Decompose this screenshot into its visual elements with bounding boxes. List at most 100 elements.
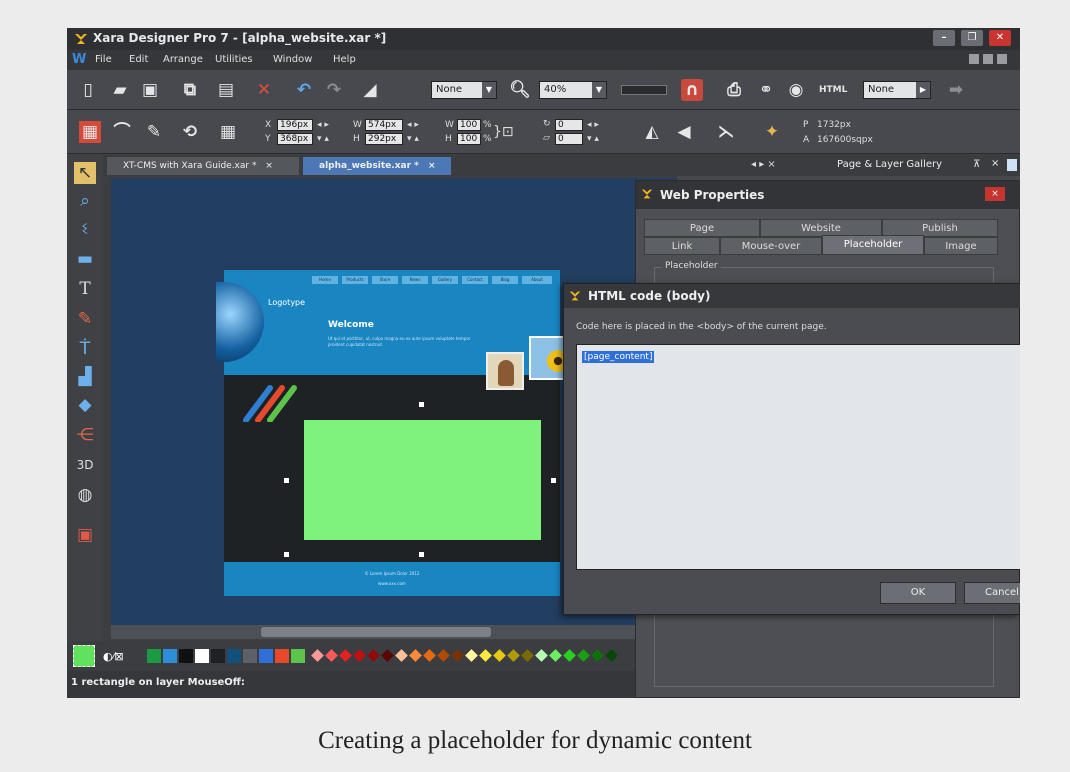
color-swatch[interactable] bbox=[339, 649, 352, 662]
selected-code[interactable]: [page_content] bbox=[582, 351, 655, 363]
color-swatch[interactable] bbox=[549, 649, 562, 662]
nav-contact[interactable]: Contact bbox=[462, 276, 488, 284]
redo-icon[interactable]: ↷ bbox=[323, 79, 345, 101]
selector-arrow-icon[interactable]: ↖ bbox=[74, 162, 96, 184]
paste-icon[interactable]: ▤ bbox=[215, 79, 237, 101]
selection-handle[interactable] bbox=[419, 402, 424, 407]
color-swatch[interactable] bbox=[521, 649, 534, 662]
color-swatch[interactable] bbox=[493, 649, 506, 662]
grid-icon[interactable]: ▦ bbox=[217, 121, 239, 143]
color-swatch[interactable] bbox=[275, 649, 289, 663]
zoom-tool-icon[interactable]: ⌕ bbox=[74, 190, 96, 212]
undo-icon[interactable]: ↶ bbox=[293, 79, 315, 101]
delete-icon[interactable]: ✕ bbox=[253, 79, 275, 101]
nav-blog[interactable]: Blog bbox=[492, 276, 518, 284]
doc-restore-icon[interactable] bbox=[983, 54, 993, 64]
color-swatch[interactable] bbox=[243, 649, 257, 663]
color-swatch[interactable] bbox=[465, 649, 478, 662]
cancel-button[interactable]: Cancel bbox=[964, 582, 1020, 604]
preview-web-icon[interactable]: ◉ bbox=[785, 79, 807, 101]
freehand-tool-icon[interactable]: ଽ bbox=[74, 218, 96, 240]
color-swatch[interactable] bbox=[163, 649, 177, 663]
close-icon[interactable]: × bbox=[428, 161, 436, 171]
menu-edit[interactable]: Edit bbox=[129, 54, 148, 65]
color-swatch[interactable] bbox=[147, 649, 161, 663]
placeholder-rectangle[interactable] bbox=[304, 420, 541, 540]
nav-gallery[interactable]: Gallery bbox=[432, 276, 458, 284]
x-stepper-icon[interactable]: ◂ ▸ bbox=[317, 120, 329, 130]
shadow-tool-icon[interactable]: ▟ bbox=[74, 366, 96, 388]
shape-tool-icon[interactable]: ⋋ bbox=[715, 121, 737, 143]
rectangle-tool-icon[interactable]: ▬ bbox=[74, 248, 96, 270]
skew-field[interactable]: 0 bbox=[555, 133, 583, 145]
bevel-tool-icon[interactable]: ◆ bbox=[74, 394, 96, 416]
nav-about[interactable]: About bbox=[522, 276, 552, 284]
blend-tool-icon[interactable]: ⋲ bbox=[74, 424, 96, 446]
color-swatch[interactable] bbox=[179, 649, 193, 663]
html-code-icon[interactable]: HTML bbox=[819, 79, 847, 101]
height-scale-field[interactable]: 100 bbox=[457, 133, 481, 145]
forward-arrow-icon[interactable]: ➡ bbox=[945, 79, 967, 101]
nav-home[interactable]: Home bbox=[312, 276, 338, 284]
flip-horizontal-icon[interactable]: ◭ bbox=[641, 121, 663, 143]
color-swatch[interactable] bbox=[367, 649, 380, 662]
nav-store[interactable]: Store bbox=[372, 276, 398, 284]
pin-icon[interactable]: ⊼ bbox=[973, 159, 980, 170]
html-code-textarea[interactable]: [page_content] bbox=[576, 344, 1020, 570]
tab-link[interactable]: Link bbox=[644, 237, 720, 255]
color-swatch[interactable] bbox=[291, 649, 305, 663]
color-swatch[interactable] bbox=[563, 649, 576, 662]
3d-tool-icon[interactable]: 3D bbox=[74, 454, 96, 476]
maximize-button[interactable]: ❐ bbox=[961, 30, 983, 46]
color-swatch[interactable] bbox=[437, 649, 450, 662]
height-field[interactable]: 292px bbox=[365, 133, 403, 145]
close-icon[interactable]: × bbox=[991, 158, 999, 169]
selection-handle[interactable] bbox=[419, 552, 424, 557]
lock-aspect-icon[interactable]: }⊡ bbox=[493, 124, 514, 140]
close-button[interactable]: ✕ bbox=[989, 30, 1011, 46]
color-swatch[interactable] bbox=[381, 649, 394, 662]
width-field[interactable]: 574px bbox=[365, 119, 403, 131]
color-swatch[interactable] bbox=[195, 649, 209, 663]
ok-button[interactable]: OK bbox=[880, 582, 956, 604]
text-tool-icon[interactable]: T bbox=[74, 278, 96, 300]
color-picker-icon[interactable]: ◐⁄⊠ bbox=[103, 650, 124, 663]
tab-alpha-website[interactable]: alpha_website.xar * × bbox=[303, 157, 451, 175]
nav-news[interactable]: News bbox=[402, 276, 428, 284]
doc-minimize-icon[interactable] bbox=[969, 54, 979, 64]
color-swatch[interactable] bbox=[605, 649, 618, 662]
photo-tool-icon[interactable]: ▣ bbox=[74, 524, 96, 546]
color-swatch[interactable] bbox=[259, 649, 273, 663]
tab-placeholder[interactable]: Placeholder bbox=[822, 235, 924, 255]
width-scale-field[interactable]: 100 bbox=[457, 119, 481, 131]
y-stepper-icon[interactable]: ▾ ▴ bbox=[317, 134, 329, 144]
color-swatch[interactable] bbox=[395, 649, 408, 662]
export-icon[interactable]: ⎙ bbox=[723, 79, 745, 101]
quality-select[interactable]: None ▼ bbox=[431, 81, 497, 99]
color-swatch[interactable] bbox=[479, 649, 492, 662]
x-field[interactable]: 196px bbox=[277, 119, 313, 131]
style-select[interactable]: None ▶ bbox=[863, 81, 931, 99]
document-icon[interactable]: W bbox=[72, 52, 86, 67]
tab-mouse-over[interactable]: Mouse-over bbox=[720, 237, 822, 255]
color-swatch[interactable] bbox=[211, 649, 225, 663]
gallery-folder-icon[interactable] bbox=[1007, 159, 1017, 171]
fill-tool-icon[interactable]: ✎ bbox=[74, 308, 96, 330]
skew-stepper-icon[interactable]: ▾ ▴ bbox=[587, 134, 599, 144]
color-swatch[interactable] bbox=[577, 649, 590, 662]
brush-tool-icon[interactable]: ◍ bbox=[74, 484, 96, 506]
rotation-stepper-icon[interactable]: ◂ ▸ bbox=[587, 120, 599, 130]
tag-icon[interactable]: ✦ bbox=[761, 121, 783, 143]
snap-magnet-icon[interactable]: ∩ bbox=[681, 79, 703, 101]
menu-arrange[interactable]: Arrange bbox=[163, 54, 203, 65]
scrollbar-thumb[interactable] bbox=[261, 627, 491, 637]
menu-window[interactable]: Window bbox=[273, 54, 312, 65]
selector-tool-icon[interactable]: ▦ bbox=[79, 121, 101, 143]
color-swatch[interactable] bbox=[423, 649, 436, 662]
horizontal-scrollbar[interactable] bbox=[111, 625, 677, 639]
current-color-swatch[interactable] bbox=[73, 645, 95, 667]
flip-vertical-icon[interactable]: ◀ bbox=[673, 121, 695, 143]
tab-image[interactable]: Image bbox=[924, 237, 998, 255]
save-icon[interactable]: ▣ bbox=[139, 79, 161, 101]
color-swatch[interactable] bbox=[409, 649, 422, 662]
